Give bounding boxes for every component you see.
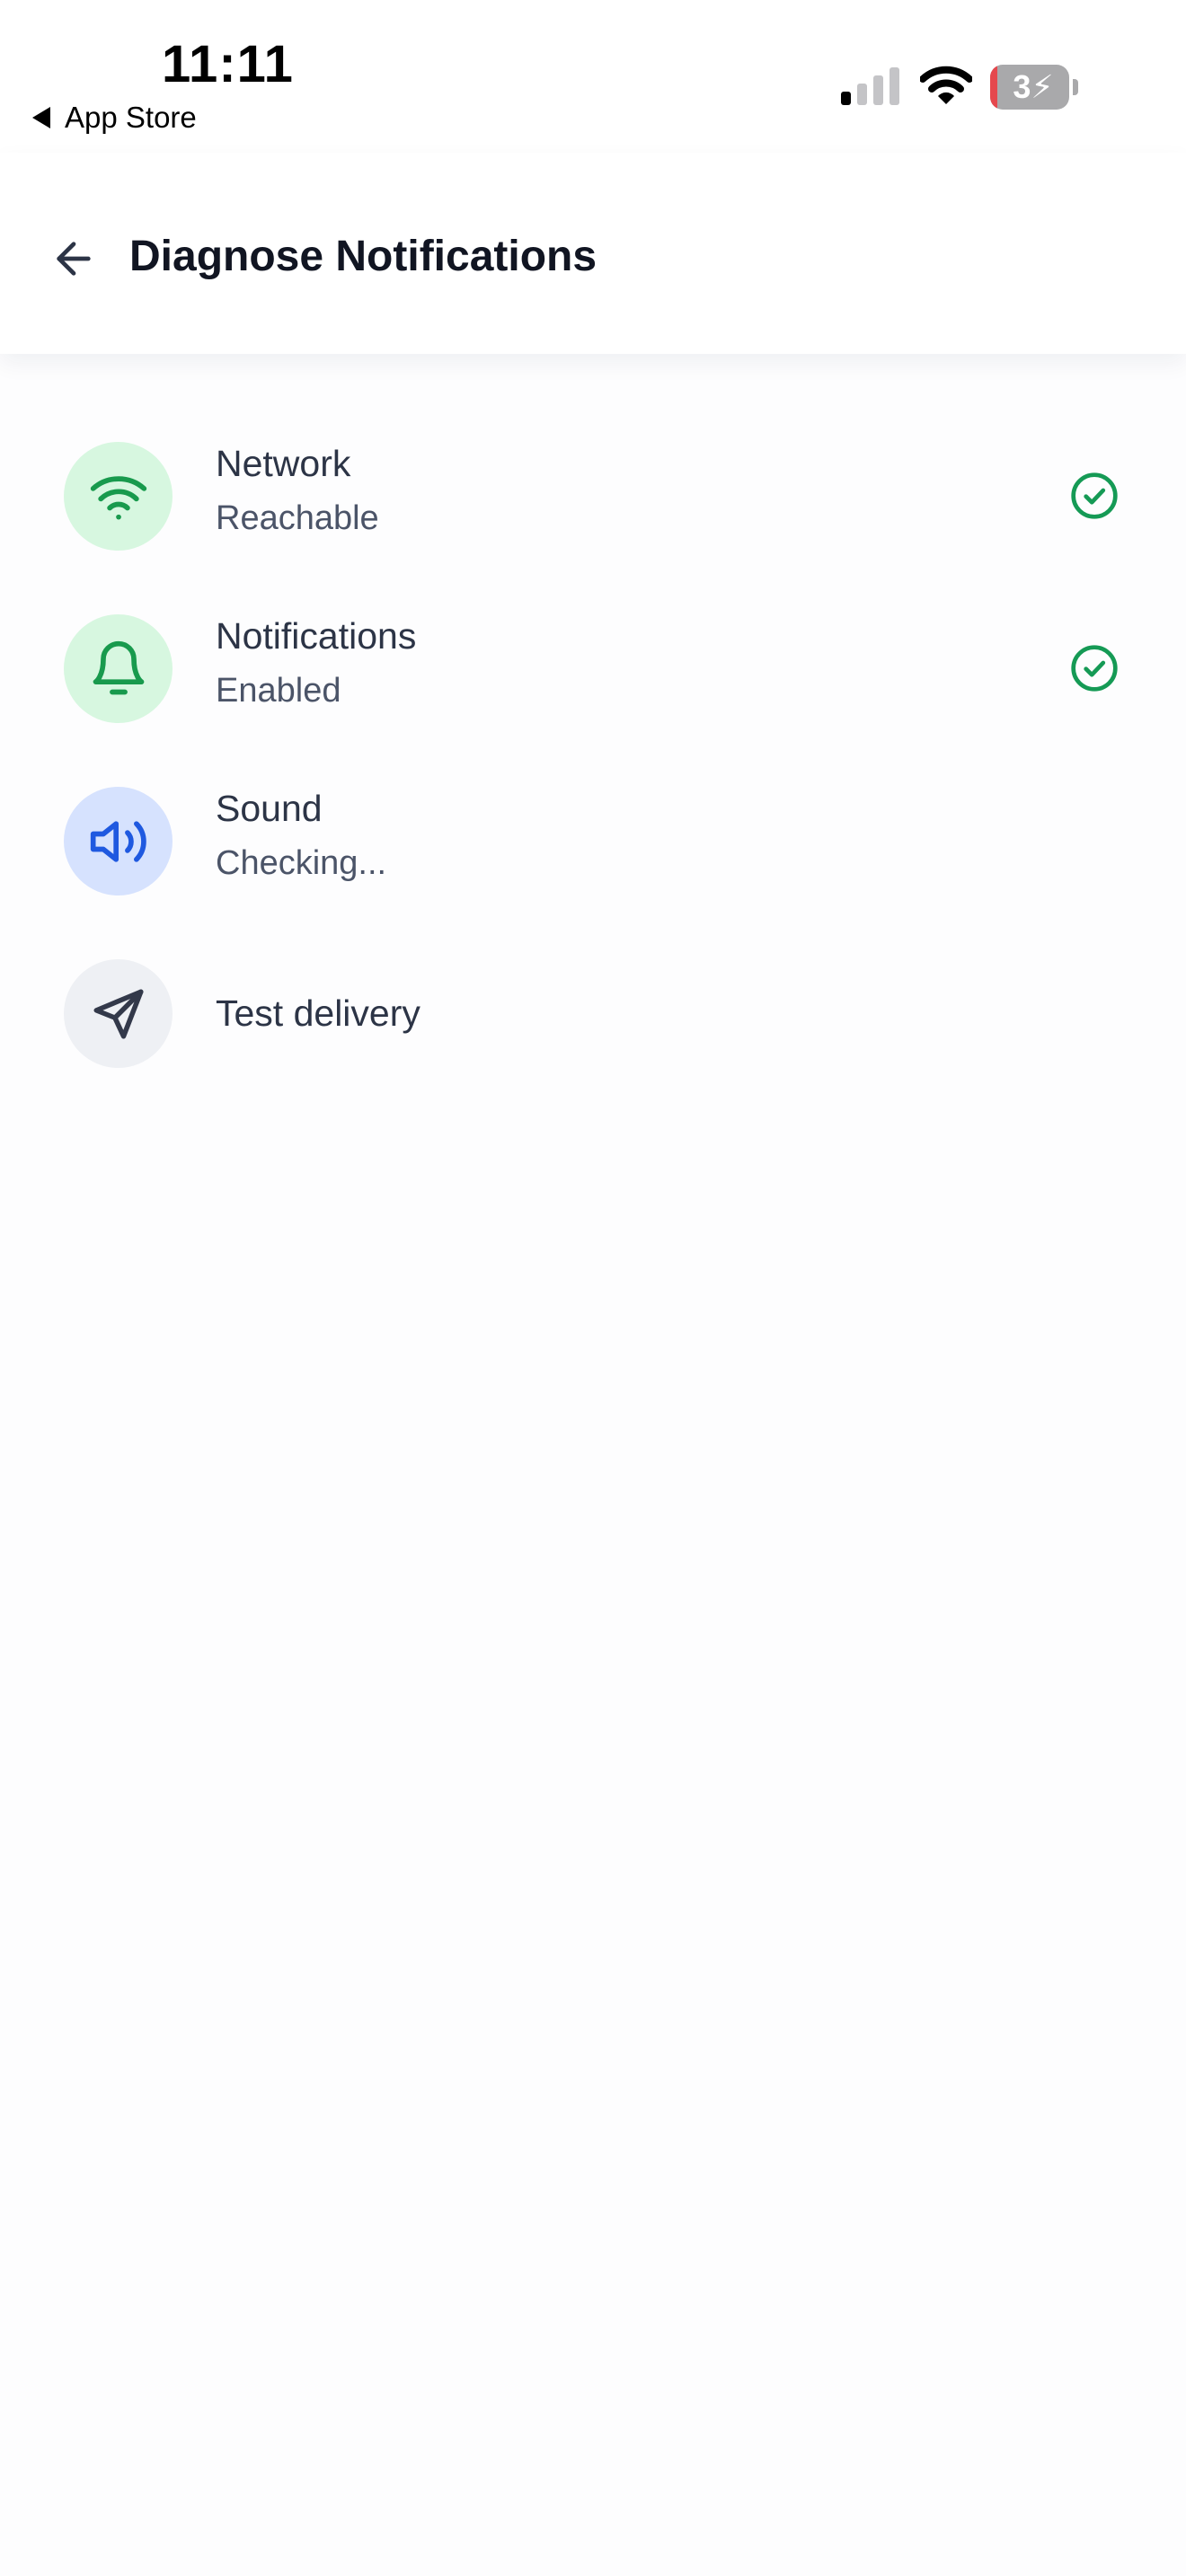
battery-icon: 3⚡	[990, 65, 1080, 110]
check-circle-icon	[1071, 645, 1118, 692]
arrow-left-icon	[57, 242, 91, 276]
check-item-notifications[interactable]: Notifications Enabled	[0, 568, 1186, 723]
check-status: Checking...	[216, 844, 387, 882]
back-button[interactable]	[41, 226, 106, 291]
sound-icon-circle	[64, 787, 173, 895]
check-title: Sound	[216, 788, 323, 829]
status-time: 11:11	[162, 35, 294, 93]
speaker-icon	[90, 820, 146, 862]
app-store-label: App Store	[65, 101, 197, 134]
check-circle-icon	[1071, 472, 1118, 519]
app-header: Diagnose Notifications	[0, 153, 1186, 354]
cellular-signal-icon	[841, 67, 899, 105]
bell-icon	[93, 640, 144, 694]
page-title: Diagnose Notifications	[129, 233, 597, 280]
check-status: Reachable	[216, 499, 379, 537]
check-title: Network	[216, 443, 351, 484]
check-status: Enabled	[216, 672, 341, 710]
notifications-icon-circle	[64, 614, 173, 723]
battery-level: 3⚡	[1013, 68, 1054, 105]
send-icon	[93, 989, 143, 1038]
back-triangle-icon	[32, 107, 50, 128]
app-store-back-link[interactable]: App Store	[32, 101, 197, 135]
wifi-status-icon	[920, 66, 972, 104]
network-icon-circle	[64, 442, 173, 551]
check-title: Notifications	[216, 615, 417, 657]
test-delivery-icon-circle	[64, 959, 173, 1068]
status-bar: 11:11 App Store 3⚡	[0, 0, 1186, 153]
wifi-icon	[90, 475, 146, 519]
check-title: Test delivery	[216, 992, 420, 1034]
check-item-network[interactable]: Network Reachable	[0, 395, 1186, 551]
check-item-test-delivery[interactable]: Test delivery	[0, 913, 1186, 1068]
check-item-sound[interactable]: Sound Checking...	[0, 740, 1186, 895]
